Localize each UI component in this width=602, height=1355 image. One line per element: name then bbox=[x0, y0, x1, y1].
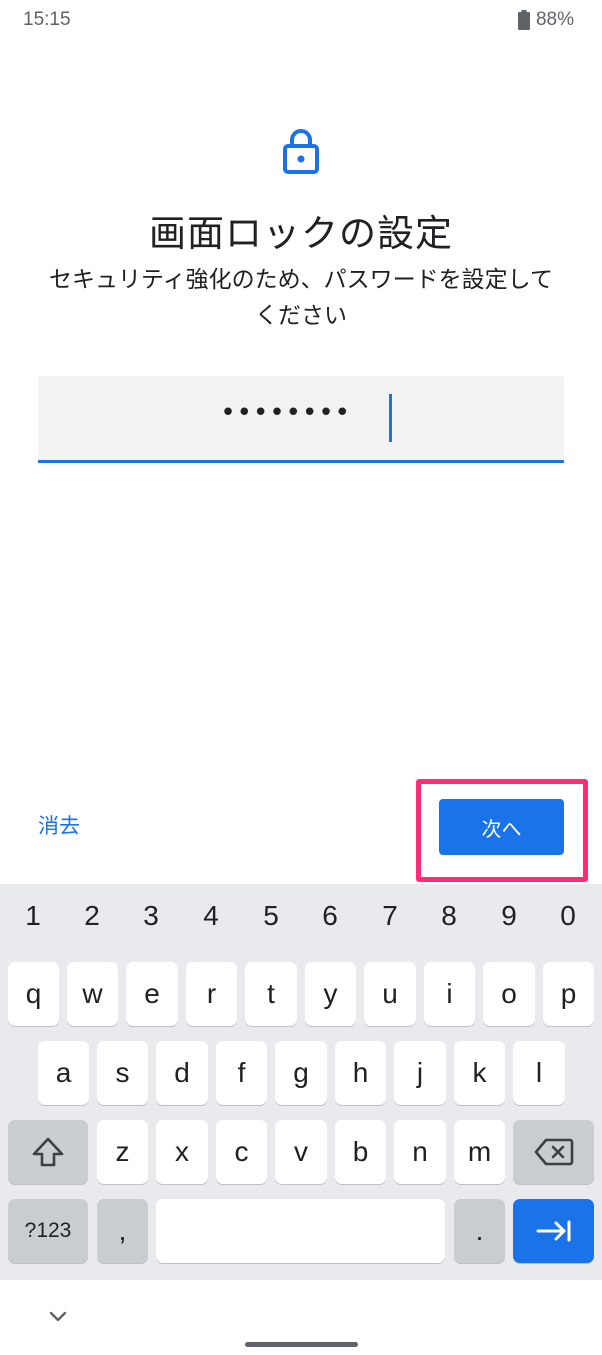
key-0[interactable]: 0 bbox=[538, 900, 598, 932]
key-g[interactable]: g bbox=[275, 1041, 327, 1105]
number-row: 1 2 3 4 5 6 7 8 9 0 bbox=[0, 884, 602, 954]
hide-keyboard-button[interactable] bbox=[48, 1308, 68, 1322]
key-y[interactable]: y bbox=[305, 962, 356, 1026]
battery-icon bbox=[517, 10, 530, 30]
clear-button[interactable]: 消去 bbox=[38, 810, 80, 840]
shift-key[interactable] bbox=[8, 1120, 88, 1184]
backspace-key[interactable] bbox=[513, 1120, 594, 1184]
key-1[interactable]: 1 bbox=[3, 900, 63, 932]
key-4[interactable]: 4 bbox=[181, 900, 241, 932]
password-value: •••••••• bbox=[220, 398, 351, 428]
battery-level: 88% bbox=[535, 9, 574, 30]
shift-icon bbox=[32, 1137, 64, 1167]
key-h[interactable]: h bbox=[335, 1041, 386, 1105]
key-q[interactable]: q bbox=[8, 962, 59, 1026]
status-bar: 15:15 88% bbox=[0, 0, 602, 42]
key-2[interactable]: 2 bbox=[62, 900, 122, 932]
page-subtitle: セキュリティ強化のため、パスワードを設定してください bbox=[49, 267, 553, 329]
key-i[interactable]: i bbox=[424, 962, 475, 1026]
lock-icon bbox=[282, 128, 320, 174]
key-j[interactable]: j bbox=[394, 1041, 446, 1105]
next-button[interactable]: 次へ bbox=[439, 799, 564, 855]
key-e[interactable]: e bbox=[126, 962, 178, 1026]
key-k[interactable]: k bbox=[454, 1041, 505, 1105]
key-a[interactable]: a bbox=[38, 1041, 89, 1105]
status-time: 15:15 bbox=[23, 9, 71, 30]
key-v[interactable]: v bbox=[275, 1120, 327, 1184]
key-u[interactable]: u bbox=[364, 962, 416, 1026]
enter-key[interactable] bbox=[513, 1199, 594, 1263]
chevron-down-icon bbox=[49, 1311, 67, 1322]
key-l[interactable]: l bbox=[513, 1041, 565, 1105]
symbols-key[interactable]: ?123 bbox=[8, 1199, 88, 1263]
comma-key[interactable]: , bbox=[97, 1199, 148, 1263]
space-key[interactable] bbox=[156, 1199, 445, 1263]
key-6[interactable]: 6 bbox=[300, 900, 360, 932]
tab-arrow-icon bbox=[536, 1220, 570, 1242]
key-b[interactable]: b bbox=[335, 1120, 386, 1184]
navigation-bar bbox=[0, 1280, 602, 1355]
key-w[interactable]: w bbox=[67, 962, 118, 1026]
password-field[interactable]: •••••••• bbox=[38, 376, 564, 463]
key-9[interactable]: 9 bbox=[479, 900, 539, 932]
period-key[interactable]: . bbox=[454, 1199, 505, 1263]
home-gesture-pill[interactable] bbox=[245, 1342, 358, 1347]
key-5[interactable]: 5 bbox=[241, 900, 301, 932]
key-c[interactable]: c bbox=[216, 1120, 267, 1184]
key-m[interactable]: m bbox=[454, 1120, 505, 1184]
key-x[interactable]: x bbox=[156, 1120, 208, 1184]
soft-keyboard: 1 2 3 4 5 6 7 8 9 0 q w e r t y u i o p … bbox=[0, 884, 602, 1280]
text-cursor bbox=[389, 394, 392, 442]
key-n[interactable]: n bbox=[394, 1120, 446, 1184]
key-d[interactable]: d bbox=[156, 1041, 208, 1105]
key-t[interactable]: t bbox=[245, 962, 297, 1026]
key-8[interactable]: 8 bbox=[419, 900, 479, 932]
backspace-icon bbox=[534, 1138, 573, 1166]
key-p[interactable]: p bbox=[543, 962, 594, 1026]
key-r[interactable]: r bbox=[186, 962, 237, 1026]
status-right: 88% bbox=[517, 9, 574, 31]
key-3[interactable]: 3 bbox=[121, 900, 181, 932]
key-f[interactable]: f bbox=[216, 1041, 267, 1105]
key-s[interactable]: s bbox=[97, 1041, 148, 1105]
key-o[interactable]: o bbox=[483, 962, 535, 1026]
key-7[interactable]: 7 bbox=[360, 900, 420, 932]
page-title: 画面ロックの設定 bbox=[149, 212, 453, 255]
key-z[interactable]: z bbox=[97, 1120, 148, 1184]
